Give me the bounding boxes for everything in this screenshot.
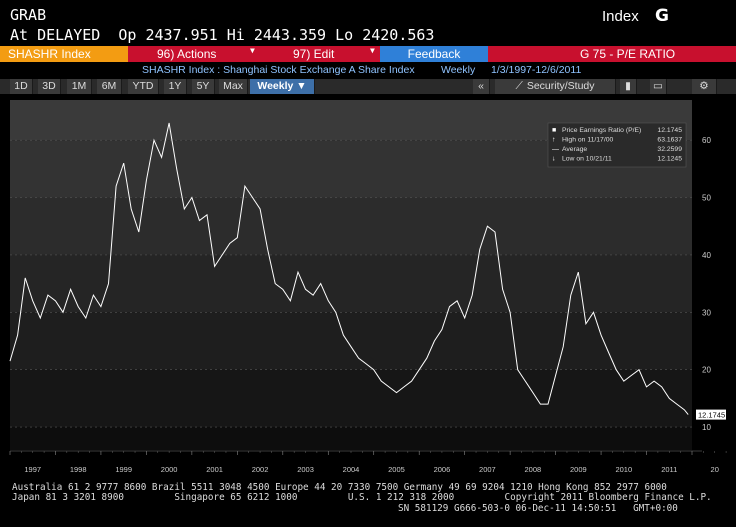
x-tick-label: 2009 <box>570 465 587 474</box>
legend-marker-icon: — <box>552 146 559 153</box>
range-1m-button[interactable]: 1M <box>67 79 92 94</box>
band <box>10 312 692 370</box>
security-info-line: SHASHR Index : Shanghai Stock Exchange A… <box>0 64 736 78</box>
x-tick-label: 2010 <box>615 465 632 474</box>
edit-dropdown-icon[interactable]: ▼ <box>370 46 375 55</box>
security-description: SHASHR Index : Shanghai Stock Exchange A… <box>142 64 415 76</box>
legend-marker-icon: ↓ <box>552 156 556 163</box>
x-tick-label: 2005 <box>388 465 405 474</box>
range-ytd-button[interactable]: YTD <box>128 79 159 94</box>
band <box>10 197 692 255</box>
x-tick-label: 2008 <box>525 465 542 474</box>
legend-label: Low on 10/21/11 <box>562 156 612 163</box>
action-bar: SHASHR Index 96) Actions ▼ 97) Edit ▼ Fe… <box>0 46 736 62</box>
y-axis: 10 20 30 40 50 60 <box>702 136 711 432</box>
range-3d-button[interactable]: 3D <box>38 79 61 94</box>
resize-icon[interactable]: ▭ <box>650 79 667 94</box>
period-label: Weekly <box>441 64 476 76</box>
legend-value: 63.1637 <box>657 137 682 144</box>
y-tick-label: 60 <box>702 136 711 145</box>
last-value-text: 12.1745 <box>698 411 725 420</box>
y-tick-label: 50 <box>702 194 711 203</box>
quote-line: At DELAYED Op 2437.951 Hi 2443.359 Lo 24… <box>10 26 435 44</box>
legend-label: Price Earnings Ratio (P/E) <box>562 127 641 134</box>
legend-marker-icon: ■ <box>552 127 556 134</box>
last-value-label: 12.1745 <box>696 409 726 420</box>
x-tick-label: 2007 <box>479 465 496 474</box>
function-title: G 75 - P/E RATIO <box>580 47 676 61</box>
x-tick-label: 2011 <box>661 465 677 474</box>
range-1y-button[interactable]: 1Y <box>164 79 187 94</box>
legend-marker-icon: ↑ <box>552 137 556 144</box>
x-tick-label: 2004 <box>343 465 360 474</box>
y-tick-label: 40 <box>702 251 711 260</box>
ticker-field[interactable]: SHASHR Index <box>0 46 128 62</box>
y-tick-label: 10 <box>702 423 711 432</box>
range-5y-button[interactable]: 5Y <box>192 79 215 94</box>
pe-ratio-chart: 10 20 30 40 50 60 1997 1998 1999 2000 2001 2002 200… <box>9 100 727 474</box>
band <box>10 369 692 428</box>
footer-line-2: Japan 81 3 3201 8900 Singapore 65 6212 1… <box>12 492 712 503</box>
actions-dropdown-icon[interactable]: ▼ <box>250 46 255 55</box>
x-tick-label: 1998 <box>70 465 87 474</box>
y-tick-label: 30 <box>702 308 711 317</box>
chart-toolbar: 1D 3D 1M 6M YTD 1Y 5Y Max Weekly ▼ « ⟋ Se… <box>0 79 736 94</box>
x-tick-label: 2006 <box>434 465 451 474</box>
legend-label: Average <box>562 146 587 153</box>
y-tick-label: 20 <box>702 366 711 375</box>
actions-menu[interactable]: 96) Actions <box>157 46 247 62</box>
date-range: 1/3/1997-12/6/2011 <box>491 64 582 76</box>
x-tick-label: 1997 <box>24 465 41 474</box>
x-axis: 1997 1998 1999 2000 2001 2002 2003 2004 2005 2006… <box>9 450 727 474</box>
edit-menu[interactable]: 97) Edit <box>293 46 363 62</box>
x-tick-label: 1999 <box>115 465 132 474</box>
chart-line-icon: ⟋ <box>515 80 523 92</box>
legend-value: 32.2599 <box>657 146 682 153</box>
range-max-button[interactable]: Max <box>219 79 248 94</box>
legend-label: High on 11/17/00 <box>562 137 613 144</box>
nav-back-icon[interactable]: « <box>473 79 490 94</box>
range-1d-button[interactable]: 1D <box>10 79 33 94</box>
g-logo: G <box>655 6 669 26</box>
bookmark-icon[interactable]: ▮ <box>620 79 637 94</box>
security-study-label: Security/Study <box>526 80 595 92</box>
x-tick-label: 2002 <box>252 465 269 474</box>
x-tick-label: 2003 <box>297 465 314 474</box>
legend-value: 12.1745 <box>657 127 682 134</box>
command-label: GRAB <box>10 6 47 24</box>
security-study-button[interactable]: ⟋ Security/Study <box>495 79 616 94</box>
chart-legend: ■ Price Earnings Ratio (P/E) 12.1745 ↑ High … <box>547 122 687 168</box>
range-6m-button[interactable]: 6M <box>97 79 122 94</box>
footer-line-3: SN 581129 G666-503-0 06-Dec-11 14:50:51 … <box>398 503 678 514</box>
x-tick-label: 20 <box>711 465 719 474</box>
settings-gear-icon[interactable]: ⚙ <box>692 79 717 94</box>
band <box>10 254 692 313</box>
security-type: Index <box>602 8 639 25</box>
x-tick-label: 2001 <box>206 465 223 474</box>
feedback-button[interactable]: Feedback <box>380 46 488 62</box>
band <box>10 427 692 450</box>
period-select[interactable]: Weekly ▼ <box>250 79 315 94</box>
x-tick-label: 2000 <box>161 465 178 474</box>
legend-value: 12.1245 <box>657 156 682 163</box>
